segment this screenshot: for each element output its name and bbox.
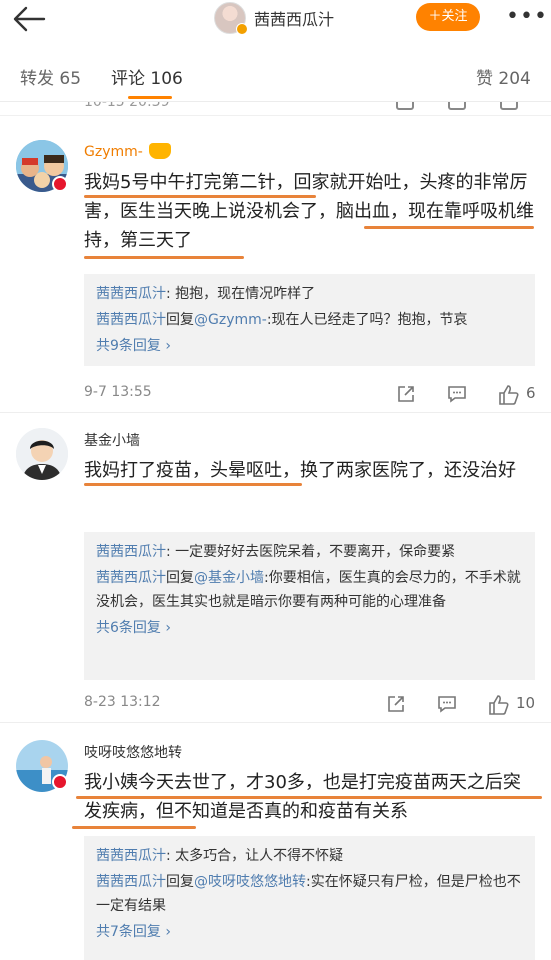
divider xyxy=(0,722,551,723)
share-icon[interactable] xyxy=(386,694,406,714)
person-avatar-icon xyxy=(16,428,68,480)
highlight-underline xyxy=(84,256,244,259)
like-count: 6 xyxy=(526,384,536,402)
more-replies-link[interactable]: 共7条回复 › xyxy=(96,920,523,944)
tab-comments[interactable]: 评论 106 xyxy=(111,64,183,89)
reply-line[interactable]: 茜茜西瓜汁回复@Gzymm-:现在人已经走了吗？抱抱，节哀 xyxy=(96,308,523,332)
like-icon[interactable] xyxy=(500,102,518,110)
follow-button[interactable]: ＋关注 xyxy=(416,3,480,31)
avatar[interactable] xyxy=(16,428,68,480)
previous-comment-footer: 10-15 20:39 xyxy=(0,102,551,116)
divider xyxy=(0,412,551,413)
reply-line[interactable]: 茜茜西瓜汁回复@基金小墙:你要相信，医生真的会尽力的，不手术就没机会，医生其实也… xyxy=(96,566,523,614)
top-bar: 茜茜西瓜汁 ＋关注 ••• xyxy=(0,0,551,44)
share-icon[interactable] xyxy=(396,102,414,110)
active-tab-indicator xyxy=(128,96,172,99)
reply-box: 茜茜西瓜汁: 太多巧合，让人不得不怀疑 茜茜西瓜汁回复@吱呀吱悠悠地转:实在怀疑… xyxy=(84,836,535,960)
like-icon[interactable] xyxy=(488,694,510,716)
share-icon[interactable] xyxy=(396,384,416,404)
badge-icon xyxy=(52,176,68,192)
comment-icon[interactable] xyxy=(447,384,467,404)
highlight-underline xyxy=(364,226,534,229)
more-replies-link[interactable]: 共9条回复 › xyxy=(96,334,523,358)
like-count: 10 xyxy=(516,694,536,712)
verified-icon xyxy=(236,23,248,35)
comment-icon[interactable] xyxy=(437,694,457,714)
more-replies-link[interactable]: 共6条回复 › xyxy=(96,616,523,640)
reply-line[interactable]: 茜茜西瓜汁回复@吱呀吱悠悠地转:实在怀疑只有尸检，但是尸检也不一定有结果 xyxy=(96,870,523,918)
reply-box: 茜茜西瓜汁: 一定要好好去医院呆着，不要离开，保命要紧 茜茜西瓜汁回复@基金小墙… xyxy=(84,532,535,680)
tab-bar: 转发 65 评论 106 赞 204 xyxy=(0,56,551,102)
author-avatar[interactable] xyxy=(214,2,248,35)
author-name[interactable]: 茜茜西瓜汁 xyxy=(254,6,334,30)
comment-date: 10-15 20:39 xyxy=(84,102,170,110)
highlight-underline xyxy=(84,195,316,198)
tab-repost[interactable]: 转发 65 xyxy=(20,64,81,89)
comment-footer: 8-23 13:12 10 xyxy=(84,692,539,716)
reply-line[interactable]: 茜茜西瓜汁: 一定要好好去医院呆着，不要离开，保命要紧 xyxy=(96,540,523,564)
crown-icon xyxy=(149,143,172,159)
reply-line[interactable]: 茜茜西瓜汁: 抱抱，现在情况咋样了 xyxy=(96,282,523,306)
reply-box: 茜茜西瓜汁: 抱抱，现在情况咋样了 茜茜西瓜汁回复@Gzymm-:现在人已经走了… xyxy=(84,274,535,366)
reply-line[interactable]: 茜茜西瓜汁: 太多巧合，让人不得不怀疑 xyxy=(96,844,523,868)
back-arrow-icon[interactable] xyxy=(10,4,50,34)
highlight-underline xyxy=(72,826,196,829)
commenter-name[interactable]: 基金小墙 xyxy=(84,430,140,450)
like-icon[interactable] xyxy=(498,384,520,406)
badge-icon xyxy=(52,774,68,790)
commenter-name[interactable]: 吱呀吱悠悠地转 xyxy=(84,742,182,762)
commenter-name[interactable]: Gzymm- xyxy=(84,143,172,160)
more-icon[interactable]: ••• xyxy=(506,4,548,29)
comment-date: 9-7 13:55 xyxy=(84,384,152,400)
tab-likes[interactable]: 赞 204 xyxy=(476,64,531,89)
highlight-underline xyxy=(76,796,542,799)
comment-date: 8-23 13:12 xyxy=(84,694,161,710)
highlight-underline xyxy=(84,483,302,486)
comment-text: 我妈打了疫苗，头晕呕吐，换了两家医院了，还没治好 xyxy=(84,460,516,481)
comment-text: 我妈5号中午打完第二针，回家就开始吐，头疼的非常厉害，医生当天晚上说没机会了，脑… xyxy=(84,172,534,251)
comment-icon[interactable] xyxy=(448,102,466,110)
comment-footer: 9-7 13:55 6 xyxy=(84,382,539,406)
